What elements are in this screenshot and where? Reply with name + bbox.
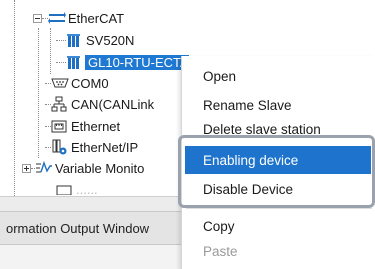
menu-item-enabling-device[interactable]: Enabling device — [185, 146, 371, 174]
menu-item-label: Paste — [203, 243, 238, 259]
tab-output-window[interactable]: ormation Output Window — [0, 211, 190, 245]
tree-node-label: EtherNet/IP — [71, 139, 139, 155]
menu-item-open[interactable]: Open — [182, 62, 375, 90]
menu-item-rename-slave[interactable]: Rename Slave — [182, 91, 375, 119]
menu-item-label: Open — [203, 68, 237, 84]
tree-node-ethercat[interactable]: EtherCAT — [33, 8, 124, 28]
tree-guide-line — [38, 28, 39, 158]
tab-label: ormation Output Window — [6, 220, 150, 236]
tree-node-label: SV520N — [86, 32, 135, 48]
tree-node-sv520n[interactable]: SV520N — [56, 30, 134, 50]
menu-item-label: Disable Device — [203, 181, 294, 197]
menu-item-copy[interactable]: Copy — [182, 212, 375, 240]
ethernet-port-icon — [51, 118, 67, 134]
tree-node-label: EtherCAT — [68, 10, 125, 26]
tree-node-partial[interactable]: ...... — [56, 183, 98, 195]
tree-guide-line — [50, 28, 51, 74]
collapse-toggle-icon[interactable] — [33, 13, 42, 23]
variable-monitor-icon — [35, 160, 52, 176]
ethercat-arrows-icon — [48, 10, 66, 26]
tree-node-label: COM0 — [71, 75, 109, 91]
slave-device-icon — [66, 54, 82, 70]
menu-separator — [186, 208, 372, 209]
menu-item-label: Delete slave station — [203, 122, 321, 137]
tree-node-label: GL10-RTU-ECTA — [85, 54, 189, 70]
tree-node-label: CAN(CANLink — [71, 96, 155, 112]
expand-toggle-icon[interactable] — [22, 163, 31, 173]
tree-node-label: Ethernet — [71, 118, 121, 134]
menu-item-label: Enabling device — [203, 152, 299, 168]
tree-node-label: Variable Monito — [55, 160, 145, 176]
tree-node-ethernetip[interactable]: EtherNet/IP — [45, 137, 138, 157]
tree-node-label: ...... — [76, 183, 98, 195]
menu-item-label: Rename Slave — [203, 97, 292, 113]
menu-item-paste: Paste — [182, 237, 375, 265]
menu-item-disable-device[interactable]: Disable Device — [182, 175, 375, 203]
context-menu: Open Rename Slave Delete slave station E… — [181, 56, 375, 269]
monitor-table-icon — [56, 183, 72, 195]
tree-node-gl10-rtu[interactable]: GL10-RTU-ECTA — [56, 52, 189, 72]
menu-item-label: Copy — [203, 218, 235, 234]
tree-node-can[interactable]: CAN(CANLink — [45, 94, 154, 114]
output-window-area — [0, 245, 190, 269]
slave-device-icon — [66, 32, 82, 48]
tree-node-com0[interactable]: COM0 — [45, 73, 109, 93]
tree-node-ethernet[interactable]: Ethernet — [45, 116, 120, 136]
ethernetip-device-icon — [51, 139, 67, 155]
serial-port-icon — [51, 75, 69, 91]
tree-guide-line — [14, 0, 15, 196]
menu-item-delete-slave-station[interactable]: Delete slave station — [182, 118, 375, 138]
network-tree-icon — [51, 96, 67, 112]
tree-node-variable-monitor[interactable]: Variable Monito — [22, 158, 144, 178]
